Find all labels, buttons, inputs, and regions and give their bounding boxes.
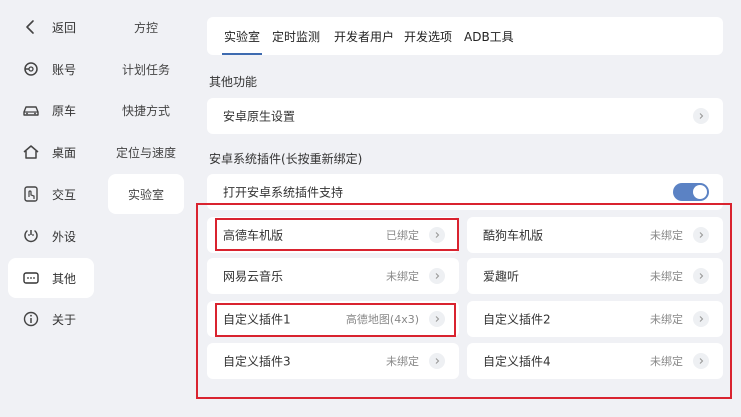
section-title-other-functions: 其他功能: [209, 75, 258, 89]
chevron-right-icon: [693, 353, 709, 369]
nav-item-car[interactable]: 原车: [8, 90, 94, 130]
tab-scheduled-monitoring[interactable]: 定时监测: [272, 28, 320, 45]
row-label: 打开安卓系统插件支持: [223, 185, 344, 200]
plugin-support-toggle[interactable]: [673, 183, 709, 201]
binding-status: 未绑定: [386, 355, 419, 368]
plugin-item-netease-music[interactable]: 网易云音乐 未绑定: [207, 258, 459, 294]
info-icon: [22, 310, 40, 328]
nav-label: 账号: [52, 62, 77, 77]
nav-item-desktop[interactable]: 桌面: [8, 132, 94, 172]
binding-status: 未绑定: [650, 355, 683, 368]
nav-label: 桌面: [52, 145, 77, 160]
row-label: 网易云音乐: [223, 269, 284, 284]
row-label: 自定义插件1: [223, 312, 291, 327]
tab-adb-tools[interactable]: ADB工具: [464, 28, 514, 45]
plugin-item-custom-4[interactable]: 自定义插件4 未绑定: [467, 343, 723, 379]
chevron-right-icon: [693, 108, 709, 124]
nav-item-back[interactable]: 返回: [8, 7, 94, 47]
plugin-item-amap[interactable]: 高德车机版 已绑定: [207, 217, 459, 253]
row-label: 安卓原生设置: [223, 109, 296, 124]
nav-item-account[interactable]: 账号: [8, 49, 94, 89]
subnav-item-shortcuts[interactable]: 快捷方式: [108, 90, 184, 130]
main-sidebar: 返回 账号 原车 桌面 交互 外设 其他 关于: [0, 0, 100, 417]
nav-item-other[interactable]: 其他: [8, 258, 94, 298]
row-label: 爱趣听: [483, 269, 520, 284]
tab-developer-user[interactable]: 开发者用户: [334, 28, 394, 45]
nav-label: 外设: [52, 229, 77, 244]
row-label: 高德车机版: [223, 228, 284, 243]
plugin-item-custom-3[interactable]: 自定义插件3 未绑定: [207, 343, 459, 379]
chevron-right-icon: [429, 311, 445, 327]
plugin-support-row: 打开安卓系统插件支持: [207, 174, 723, 210]
chevron-right-icon: [429, 227, 445, 243]
tab-lab[interactable]: 实验室: [221, 28, 263, 55]
nav-item-about[interactable]: 关于: [8, 299, 94, 339]
nav-item-peripheral[interactable]: 外设: [8, 216, 94, 256]
interaction-icon: [22, 185, 40, 203]
nav-item-interaction[interactable]: 交互: [8, 174, 94, 214]
binding-status: 未绑定: [650, 229, 683, 242]
chevron-right-icon: [693, 227, 709, 243]
account-icon: [22, 60, 40, 78]
nav-label: 原车: [52, 103, 77, 118]
plugin-item-kugou[interactable]: 酷狗车机版 未绑定: [467, 217, 723, 253]
plugin-item-aiquting[interactable]: 爱趣听 未绑定: [467, 258, 723, 294]
chevron-right-icon: [693, 311, 709, 327]
binding-status: 已绑定: [386, 229, 419, 242]
row-label: 自定义插件4: [483, 354, 551, 369]
section-title-plugins: 安卓系统插件(长按重新绑定): [209, 152, 363, 166]
row-label: 自定义插件2: [483, 312, 551, 327]
chevron-right-icon: [429, 353, 445, 369]
car-icon: [22, 101, 40, 119]
nav-label: 其他: [52, 271, 77, 286]
sub-sidebar: 方控 计划任务 快捷方式 定位与速度 实验室: [106, 0, 186, 417]
home-icon: [22, 143, 40, 161]
subnav-item-lab[interactable]: 实验室: [108, 174, 184, 214]
android-native-settings-row[interactable]: 安卓原生设置: [207, 98, 723, 134]
chevron-right-icon: [693, 268, 709, 284]
binding-status: 未绑定: [386, 270, 419, 283]
subnav-item-location-speed[interactable]: 定位与速度: [108, 132, 184, 172]
tab-bar: 实验室 定时监测 开发者用户 开发选项 ADB工具: [207, 17, 723, 55]
subnav-item-steering-control[interactable]: 方控: [108, 7, 184, 47]
subnav-item-scheduled-tasks[interactable]: 计划任务: [108, 49, 184, 89]
tab-developer-options[interactable]: 开发选项: [404, 28, 452, 45]
chevron-right-icon: [429, 268, 445, 284]
back-icon: [22, 18, 40, 36]
nav-label: 关于: [52, 312, 77, 327]
plugin-item-custom-1[interactable]: 自定义插件1 高德地图(4x3): [207, 301, 459, 337]
binding-status: 高德地图(4x3): [345, 313, 419, 326]
row-label: 酷狗车机版: [483, 228, 544, 243]
other-icon: [22, 269, 40, 287]
nav-label: 交互: [52, 187, 77, 202]
nav-label: 返回: [52, 20, 77, 35]
binding-status: 未绑定: [650, 270, 683, 283]
peripheral-icon: [22, 227, 40, 245]
row-label: 自定义插件3: [223, 354, 291, 369]
plugin-item-custom-2[interactable]: 自定义插件2 未绑定: [467, 301, 723, 337]
binding-status: 未绑定: [650, 313, 683, 326]
